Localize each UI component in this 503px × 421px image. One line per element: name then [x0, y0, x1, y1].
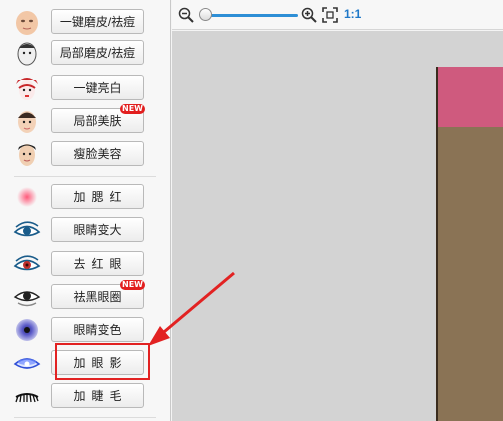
tool-row-local-skin: 局部美肤 NEW — [0, 104, 171, 136]
one-click-smooth-button[interactable]: 一键磨皮/祛痘 — [51, 9, 144, 34]
actual-size-button[interactable]: 1:1 — [344, 7, 361, 21]
highlight-box — [55, 343, 150, 380]
tool-row-one-click-whiten: 一键亮白 — [0, 73, 171, 103]
one-click-whiten-button[interactable]: 一键亮白 — [51, 75, 144, 100]
section-divider — [14, 417, 156, 418]
blush-icon — [12, 183, 42, 211]
eye-enlarge-icon — [12, 216, 42, 244]
zoom-out-icon[interactable] — [178, 7, 194, 23]
enlarge-eyes-button[interactable]: 眼睛变大 — [51, 217, 144, 242]
local-skin-label: 局部美肤 — [73, 114, 122, 128]
tool-row-eye-color: 眼睛变色 — [0, 315, 171, 345]
image-canvas[interactable] — [172, 31, 503, 421]
face-smooth-icon — [12, 8, 42, 36]
fit-to-screen-icon[interactable] — [322, 7, 338, 23]
eye-color-button[interactable]: 眼睛变色 — [51, 317, 144, 342]
zoom-slider-track[interactable] — [202, 14, 298, 17]
slim-face-icon — [12, 140, 42, 168]
zoom-in-icon[interactable] — [301, 7, 317, 23]
dark-circles-button[interactable]: 祛黑眼圈 NEW — [51, 280, 145, 309]
opera-face-icon — [12, 74, 42, 102]
tool-row-dark-circles: 祛黑眼圈 NEW — [0, 280, 171, 312]
local-smooth-button[interactable]: 局部磨皮/祛痘 — [51, 40, 144, 65]
tool-row-red-eye: 去红眼 — [0, 249, 171, 279]
red-eye-icon — [12, 250, 42, 278]
eye-shadow-icon — [12, 349, 42, 377]
tool-row-blush: 加腮红 — [0, 182, 171, 212]
skin-face-icon — [12, 107, 42, 135]
face-sketch-icon — [12, 39, 42, 67]
local-skin-button[interactable]: 局部美肤 NEW — [51, 104, 145, 133]
dark-circles-label: 祛黑眼圈 — [73, 290, 122, 304]
tool-row-enlarge-eyes: 眼睛变大 — [0, 215, 171, 245]
zoom-toolbar: 1:1 — [172, 0, 503, 30]
new-badge: NEW — [120, 280, 145, 290]
section-divider — [14, 176, 156, 177]
tool-row-local-smooth: 局部磨皮/祛痘 — [0, 38, 171, 68]
slim-face-button[interactable]: 瘦脸美容 — [51, 141, 144, 166]
tool-row-one-click-smooth: 一键磨皮/祛痘 — [0, 7, 171, 37]
new-badge: NEW — [120, 104, 145, 114]
tool-row-slim-face: 瘦脸美容 — [0, 139, 171, 169]
eyelash-icon — [12, 382, 42, 410]
eyelash-button[interactable]: 加睫毛 — [51, 383, 144, 408]
photo-edge — [436, 67, 438, 421]
zoom-slider-handle[interactable] — [199, 8, 212, 21]
tool-row-eyelashes: 加睫毛 — [0, 381, 171, 411]
blush-button[interactable]: 加腮红 — [51, 184, 144, 209]
dark-circle-eye-icon — [12, 283, 42, 311]
eye-color-icon — [12, 316, 42, 344]
photo-preview — [436, 67, 503, 421]
photo-pink-area — [436, 67, 503, 127]
remove-red-eye-button[interactable]: 去红眼 — [51, 251, 144, 276]
